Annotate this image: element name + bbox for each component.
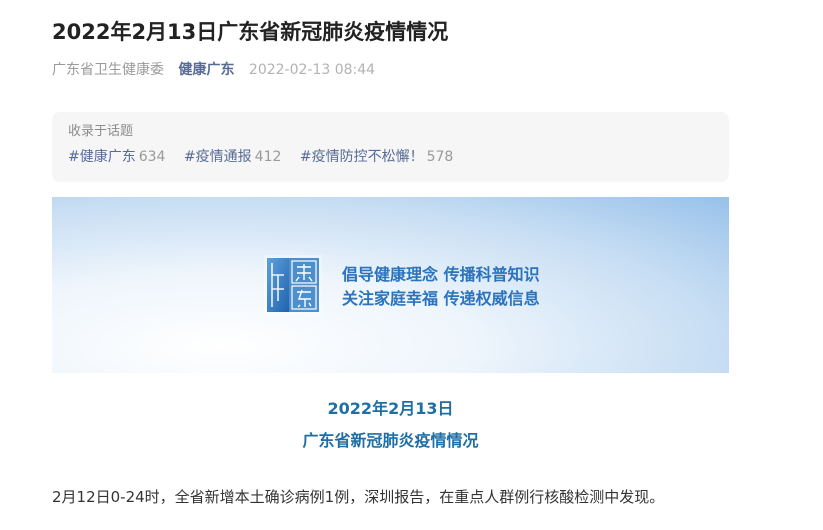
header-banner-image: 倡导健康理念 传播科普知识 关注家庭幸福 传递权威信息	[52, 197, 729, 373]
topics-list: #健康广东 634 #疫情通报 412 #疫情防控不松懈！ 578	[68, 146, 713, 168]
article-source: 广东省卫生健康委	[52, 62, 164, 78]
topic-name: #疫情防控不松懈！	[299, 149, 424, 165]
content-heading-title: 广东省新冠肺炎疫情情况	[302, 431, 479, 450]
topic-tag-yiqingtongbao[interactable]: #疫情通报 412	[184, 149, 286, 165]
banner-slogan: 倡导健康理念 传播科普知识 关注家庭幸福 传递权威信息	[342, 263, 540, 311]
slogan-line-1: 倡导健康理念 传播科普知识	[342, 265, 540, 284]
topic-name: #健康广东	[68, 149, 136, 165]
topic-name: #疫情通报	[183, 149, 252, 165]
article-meta: 广东省卫生健康委 健康广东 2022-02-13 08:44	[52, 60, 375, 80]
content-paragraph: 2月12日0-24时，全省新增本土确诊病例1例，深圳报告，在重点人群例行核酸检测…	[52, 488, 665, 506]
topic-count: 412	[254, 149, 282, 165]
topics-label: 收录于话题	[68, 124, 134, 139]
article-title: 2022年2月13日广东省新冠肺炎疫情情况	[52, 20, 449, 44]
jiankang-guangdong-logo	[264, 255, 322, 315]
topic-count: 634	[138, 149, 166, 165]
topic-count: 578	[426, 149, 454, 165]
account-name-link[interactable]: 健康广东	[178, 62, 234, 78]
content-heading-date: 2022年2月13日	[327, 399, 454, 418]
topics-box: 收录于话题 #健康广东 634 #疫情通报 412 #疫情防控不松懈！ 578	[52, 112, 729, 182]
publish-time: 2022-02-13 08:44	[248, 62, 376, 78]
topic-tag-jiankangguangdong[interactable]: #健康广东 634	[68, 149, 170, 165]
slogan-line-2: 关注家庭幸福 传递权威信息	[342, 289, 540, 308]
topic-tag-yiqingfangkong[interactable]: #疫情防控不松懈！ 578	[300, 149, 453, 165]
